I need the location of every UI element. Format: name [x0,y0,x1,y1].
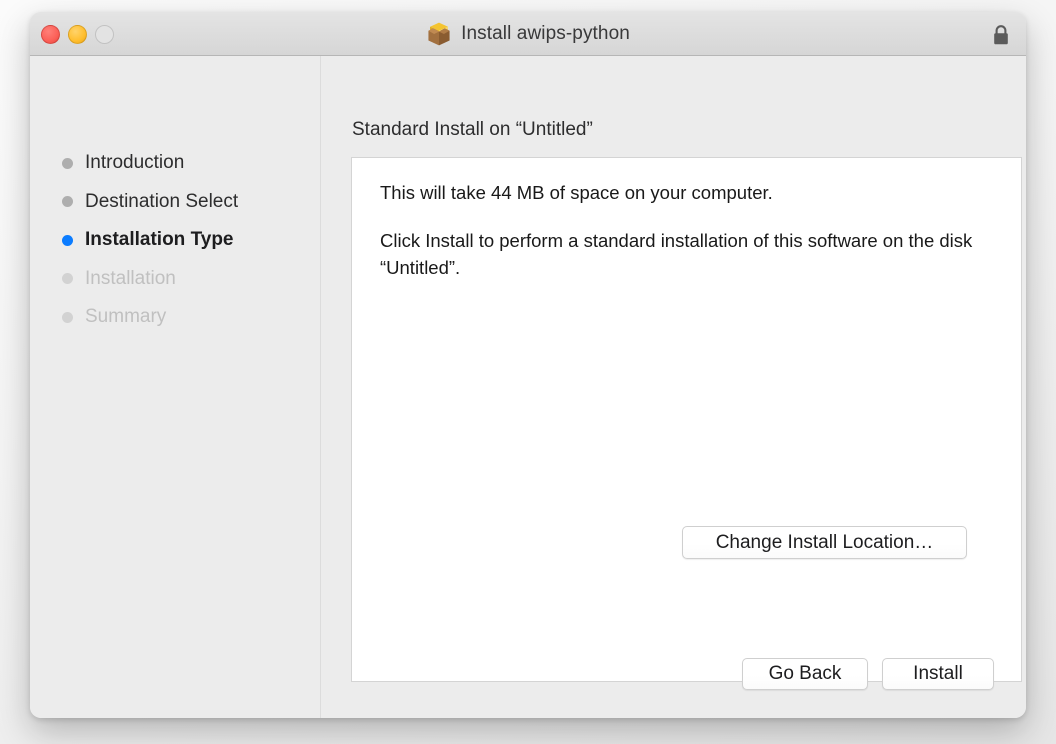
sidebar-item-summary: Summary [62,298,312,337]
installer-content: Standard Install on “Untitled” This will… [321,56,1026,718]
sidebar-item-installation: Installation [62,260,312,299]
window-body: Introduction Destination Select Installa… [30,56,1026,718]
description-paragraph-2: Click Install to perform a standard inst… [380,229,973,278]
step-dot-icon [62,273,73,285]
close-button[interactable] [41,25,60,44]
sidebar-item-destination-select: Destination Select [62,183,312,222]
step-dot-icon [62,311,73,323]
sidebar-item-introduction: Introduction [62,144,312,183]
sidebar-item-installation-type: Installation Type [62,221,312,260]
installer-window: Install awips-python Introduction Destin… [30,12,1026,718]
zoom-button [95,25,114,44]
window-controls [41,25,114,44]
page-title: Standard Install on “Untitled” [352,119,593,140]
change-install-location-button[interactable]: Change Install Location… [682,526,967,559]
step-label: Introduction [85,152,185,174]
go-back-button[interactable]: Go Back [742,658,868,690]
minimize-button[interactable] [68,25,87,44]
footer-button-group: Go Back Install [742,658,994,690]
package-box-icon [428,22,450,46]
install-button[interactable]: Install [882,658,994,690]
window-title-group: Install awips-python [30,12,1026,56]
step-dot-icon [62,234,73,246]
step-label: Summary [85,306,167,328]
step-label: Destination Select [85,190,239,212]
step-label: Installation [85,267,176,289]
description-paragraph-1: This will take 44 MB of space on your co… [380,182,773,203]
window-titlebar: Install awips-python [30,12,1026,56]
install-description: This will take 44 MB of space on your co… [380,180,992,281]
step-list: Introduction Destination Select Installa… [62,144,312,337]
content-panel: This will take 44 MB of space on your co… [351,157,1022,682]
step-dot-icon [62,157,73,169]
installer-sidebar: Introduction Destination Select Installa… [30,56,321,718]
lock-closed-icon[interactable] [991,24,1011,46]
window-title: Install awips-python [461,23,630,44]
step-label: Installation Type [85,229,234,251]
step-dot-icon [62,196,73,208]
